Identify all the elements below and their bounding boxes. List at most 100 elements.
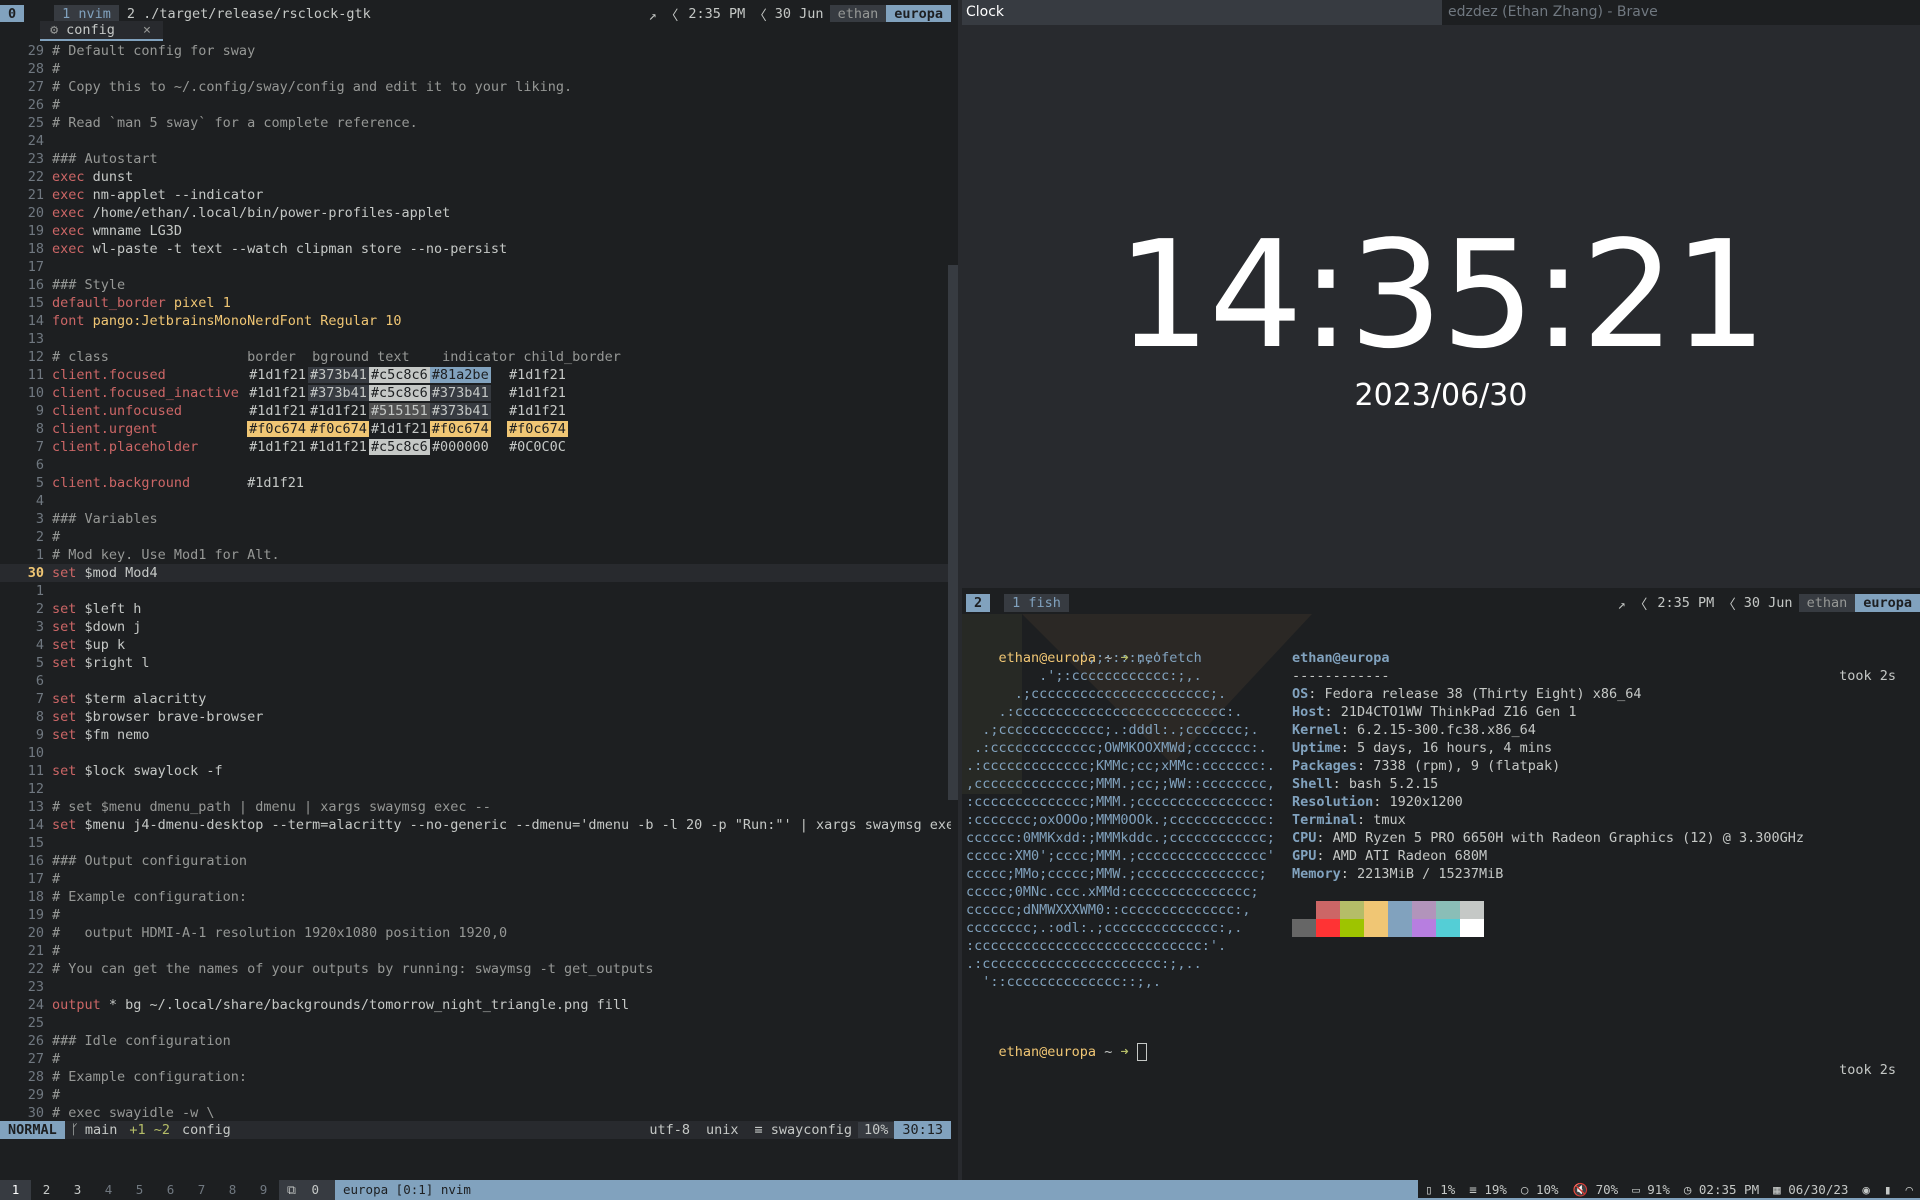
nvim-pane[interactable]: 0 1 nvim 2 ./target/release/rsclock-gtk … — [0, 0, 951, 1160]
fish-terminal[interactable]: 2 1 fish ↗ 〈 2:35 PM 〈 30 Jun ethan euro… — [962, 592, 1920, 1160]
workspace-5[interactable]: 5 — [124, 1180, 155, 1200]
code-line[interactable]: 8 set $browser brave-browser — [0, 708, 951, 726]
code-line[interactable]: 20 # output HDMI-A-1 resolution 1920x1080… — [0, 924, 951, 942]
code-line[interactable]: 23 ### Autostart — [0, 150, 951, 168]
eye-icon[interactable]: ◉ — [1855, 1180, 1877, 1200]
code-line[interactable]: 11 set $lock swaylock -f — [0, 762, 951, 780]
code-line[interactable]: 2 # — [0, 528, 951, 546]
window-tab-clock[interactable]: Clock — [962, 0, 1442, 25]
tray-clock[interactable]: ◷ 02:35 PM — [1676, 1180, 1767, 1200]
line-number: 19 — [27, 223, 44, 239]
code-line[interactable]: 24 output * bg ~/.local/share/backgrounds… — [0, 996, 951, 1014]
wifi-icon[interactable]: ◠ — [1898, 1180, 1920, 1200]
color-value: #1d1f21 — [249, 367, 306, 383]
workspace-8[interactable]: 8 — [217, 1180, 248, 1200]
clock-window[interactable]: Clock edzdez (Ethan Zhang) - Brave 14:35… — [962, 0, 1920, 588]
code-line[interactable]: 19 exec wmname LG3D — [0, 222, 951, 240]
workspace-2[interactable]: 2 — [31, 1180, 62, 1200]
scrollbar[interactable] — [948, 265, 958, 800]
code-line[interactable]: 15 default_border pixel 1 — [0, 294, 951, 312]
code-line[interactable]: 21 exec nm-applet --indicator — [0, 186, 951, 204]
code-line[interactable]: 8 client.urgent #f0c674 #f0c674 #1d1f21 #f0c… — [0, 420, 951, 438]
buffer-tab-config[interactable]: ⚙ config × — [40, 21, 164, 41]
code-line[interactable]: 1 — [0, 582, 951, 600]
code-line[interactable]: 22 # You can get the names of your output… — [0, 960, 951, 978]
code-editor[interactable]: 29 # Default config for sway 28 #27 # Copy t… — [0, 42, 951, 1122]
code-line[interactable]: 20 exec /home/ethan/.local/bin/power-prof… — [0, 204, 951, 222]
code-line[interactable]: 28 # — [0, 60, 951, 78]
code-line[interactable]: 27 # — [0, 1050, 951, 1068]
code-line[interactable]: 12 # class border bground text indicator … — [0, 348, 951, 366]
code-line[interactable]: 12 — [0, 780, 951, 798]
code-line[interactable]: 13 # set $menu dmenu_path | dmenu | xargs… — [0, 798, 951, 816]
window-tab-brave[interactable]: edzdez (Ethan Zhang) - Brave — [1442, 0, 1920, 25]
code-line[interactable]: 16 ### Style — [0, 276, 951, 294]
code-line[interactable]: 27 # Copy this to ~/.config/sway/config a… — [0, 78, 951, 96]
code-line[interactable]: 11 client.focused #1d1f21 #373b41 #c5c8c6 #8… — [0, 366, 951, 384]
tray-disk[interactable]: ▯ 1% — [1418, 1180, 1463, 1200]
line-content: $fm nemo — [76, 727, 150, 743]
code-line[interactable]: 21 # — [0, 942, 951, 960]
code-line[interactable]: 10 — [0, 744, 951, 762]
close-icon[interactable]: × — [143, 21, 151, 39]
code-line[interactable]: 25 # Read `man 5 sway` for a complete ref… — [0, 114, 951, 132]
code-line[interactable]: 14 font pango:JetbrainsMonoNerdFont Regul… — [0, 312, 951, 330]
code-line[interactable]: 29 # Default config for sway — [0, 42, 951, 60]
code-line[interactable]: 26 ### Idle configuration — [0, 1032, 951, 1050]
tray-battery[interactable]: ▭ 91% — [1625, 1180, 1677, 1200]
clipboard-icon[interactable]: ▮ — [1876, 1180, 1899, 1200]
code-line[interactable]: 17 — [0, 258, 951, 276]
code-line[interactable]: 10 client.focused_inactive #1d1f21 #373b41… — [0, 384, 951, 402]
code-line[interactable]: 4 — [0, 492, 951, 510]
code-line[interactable]: 3 set $down j — [0, 618, 951, 636]
code-line[interactable]: 24 — [0, 132, 951, 150]
workspace-7[interactable]: 7 — [186, 1180, 217, 1200]
code-line[interactable]: 7 set $term alacritty — [0, 690, 951, 708]
code-line[interactable]: 2 set $left h — [0, 600, 951, 618]
code-line[interactable]: 9 set $fm nemo — [0, 726, 951, 744]
tray-memory[interactable]: ○ 10% — [1513, 1180, 1566, 1200]
code-line[interactable]: 26 # — [0, 96, 951, 114]
tmux-session[interactable]: 0 — [0, 5, 25, 23]
code-line[interactable]: 19 # — [0, 906, 951, 924]
keyword: client.focused — [52, 367, 166, 383]
code-line[interactable]: 30 # exec swayidle -w \ — [0, 1104, 951, 1122]
code-line[interactable]: 25 — [0, 1014, 951, 1032]
code-line[interactable]: 6 — [0, 456, 951, 474]
code-line[interactable]: 13 — [0, 330, 951, 348]
tmux-time: 2:35 PM — [688, 6, 746, 22]
code-line[interactable]: 23 — [0, 978, 951, 996]
code-line[interactable]: 15 — [0, 834, 951, 852]
code-line[interactable]: 5 client.background #1d1f21 — [0, 474, 951, 492]
workspace-6[interactable]: 6 — [155, 1180, 186, 1200]
line-content: # Read `man 5 sway` for a complete refer… — [52, 115, 418, 131]
tray-calendar[interactable]: ▦ 06/30/23 — [1766, 1180, 1856, 1200]
tray-speaker-mute[interactable]: 🔇 70% — [1565, 1180, 1626, 1200]
tmux-session[interactable]: 2 — [966, 594, 991, 612]
terminal-cursor[interactable] — [1136, 1043, 1147, 1061]
code-line[interactable]: 18 exec wl-paste -t text --watch clipman … — [0, 240, 951, 258]
code-line[interactable]: 29 # — [0, 1086, 951, 1104]
code-line[interactable]: 9 client.unfocused #1d1f21 #1d1f21 #515151 #… — [0, 402, 951, 420]
workspace-1[interactable]: 1 — [0, 1180, 31, 1200]
code-line[interactable]: 5 set $right l — [0, 654, 951, 672]
code-line[interactable]: 16 ### Output configuration — [0, 852, 951, 870]
code-line[interactable]: 7 client.placeholder #1d1f21 #1d1f21 #c5c8c… — [0, 438, 951, 456]
code-line[interactable]: 14 set $menu j4-dmenu-desktop --term=alac… — [0, 816, 951, 834]
code-line[interactable]: 1 # Mod key. Use Mod1 for Alt. — [0, 546, 951, 564]
code-line[interactable]: 30 set $mod Mod4 — [0, 564, 951, 582]
code-line[interactable]: 22 exec dunst — [0, 168, 951, 186]
line-number: 28 — [27, 1069, 44, 1085]
workspace-9[interactable]: 9 — [248, 1180, 279, 1200]
tmux-window-1[interactable]: 1 fish — [1004, 594, 1069, 612]
code-line[interactable]: 18 # Example configuration: — [0, 888, 951, 906]
code-line[interactable]: 6 — [0, 672, 951, 690]
workspace-4[interactable]: 4 — [93, 1180, 124, 1200]
code-line[interactable]: 17 # — [0, 870, 951, 888]
code-line[interactable]: 4 set $up k — [0, 636, 951, 654]
workspace-3[interactable]: 3 — [62, 1180, 93, 1200]
code-line[interactable]: 3 ### Variables — [0, 510, 951, 528]
tray-cpu[interactable]: ≡ 19% — [1462, 1180, 1514, 1200]
code-line[interactable]: 28 # Example configuration: — [0, 1068, 951, 1086]
color-value: #f0c674 — [429, 421, 491, 437]
